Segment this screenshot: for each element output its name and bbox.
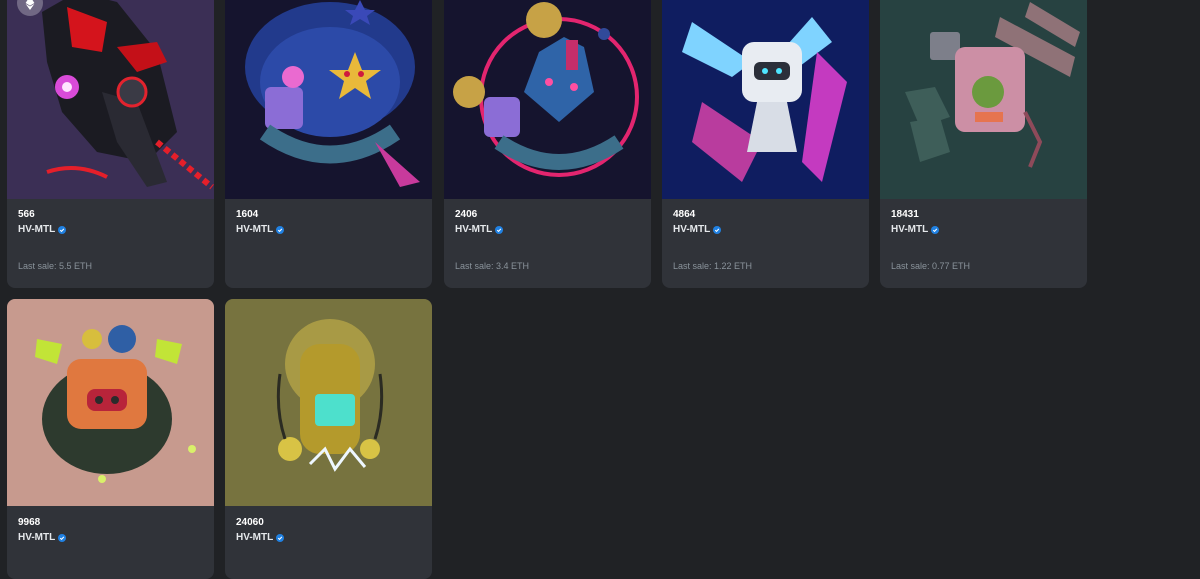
nft-artwork[interactable] — [662, 0, 869, 199]
nft-artwork[interactable] — [880, 0, 1087, 199]
verified-badge-icon — [276, 226, 285, 234]
last-sale: Last sale: 3.4 ETH — [455, 261, 530, 271]
nft-card[interactable]: 18431 HV-MTL Last sale: 0.77 ETH — [880, 0, 1087, 288]
collection-label[interactable]: HV-MTL — [236, 224, 273, 236]
last-sale: Last sale: 1.22 ETH — [673, 261, 753, 271]
collection-name[interactable]: HV-MTL — [236, 224, 421, 236]
verified-badge-icon — [276, 534, 285, 542]
collection-label[interactable]: HV-MTL — [455, 224, 492, 236]
token-id[interactable]: 1604 — [236, 209, 421, 221]
verified-badge-icon — [58, 226, 67, 234]
collection-label[interactable]: HV-MTL — [673, 224, 710, 236]
nft-artwork[interactable] — [7, 0, 214, 199]
verified-badge-icon — [58, 534, 67, 542]
pink-mech-rockets-artwork — [880, 0, 1087, 199]
verified-badge-icon — [495, 226, 504, 234]
collection-label[interactable]: HV-MTL — [18, 224, 55, 236]
collection-name[interactable]: HV-MTL — [673, 224, 858, 236]
winged-white-mech-artwork — [662, 0, 869, 199]
last-sale: Last sale: 5.5 ETH — [18, 261, 93, 271]
nft-artwork[interactable] — [225, 0, 432, 199]
token-id[interactable]: 9968 — [18, 517, 203, 529]
blue-mech-star-artwork — [225, 0, 432, 199]
yellow-mech-electric-artwork — [225, 299, 432, 506]
collection-name[interactable]: HV-MTL — [455, 224, 640, 236]
nft-artwork[interactable] — [444, 0, 651, 199]
collection-label[interactable]: HV-MTL — [18, 532, 55, 544]
nft-card[interactable]: 2406 HV-MTL Last sale: 3.4 ETH — [444, 0, 651, 288]
token-id[interactable]: 566 — [18, 209, 203, 221]
token-id[interactable]: 18431 — [891, 209, 1076, 221]
orange-spider-mech-artwork — [7, 299, 214, 506]
nft-card[interactable]: 4864 HV-MTL Last sale: 1.22 ETH — [662, 0, 869, 288]
nft-card[interactable]: 566 HV-MTL Last sale: 5.5 ETH — [7, 0, 214, 288]
nft-card[interactable]: 1604 HV-MTL — [225, 0, 432, 288]
collection-name[interactable]: HV-MTL — [236, 532, 421, 544]
nft-card[interactable]: 24060 HV-MTL — [225, 299, 432, 579]
token-id[interactable]: 2406 — [455, 209, 640, 221]
collection-label[interactable]: HV-MTL — [236, 532, 273, 544]
collection-label[interactable]: HV-MTL — [891, 224, 928, 236]
dark-mech-red-eyes-artwork — [7, 0, 214, 199]
verified-badge-icon — [713, 226, 722, 234]
collection-name[interactable]: HV-MTL — [18, 224, 203, 236]
collection-name[interactable]: HV-MTL — [18, 532, 203, 544]
nft-card[interactable]: 9968 HV-MTL — [7, 299, 214, 579]
nft-grid: 566 HV-MTL Last sale: 5.5 ETH 1604 HV-MT… — [0, 0, 1200, 579]
nft-artwork[interactable] — [225, 299, 432, 506]
mech-pink-ring-coins-artwork — [444, 0, 651, 199]
nft-artwork[interactable] — [7, 299, 214, 506]
token-id[interactable]: 4864 — [673, 209, 858, 221]
collection-name[interactable]: HV-MTL — [891, 224, 1076, 236]
token-id[interactable]: 24060 — [236, 517, 421, 529]
last-sale: Last sale: 0.77 ETH — [891, 261, 971, 271]
verified-badge-icon — [931, 226, 940, 234]
